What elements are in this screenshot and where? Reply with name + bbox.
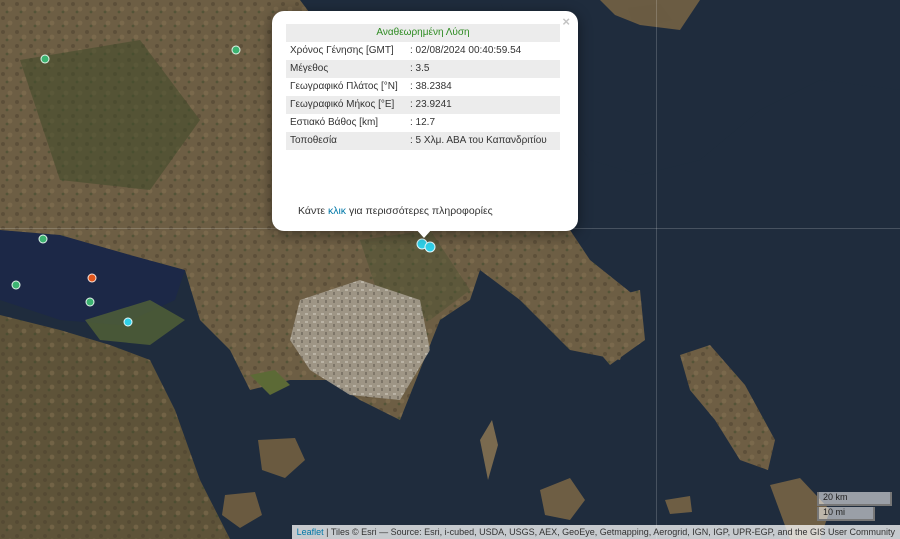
label-magnitude: Μέγεθος xyxy=(286,60,406,78)
label-longitude: Γεωγραφικό Μήκος [°E] xyxy=(286,96,406,114)
earthquake-marker[interactable] xyxy=(231,45,241,55)
more-info-suffix: για περισσότερες πληροφορίες xyxy=(346,205,493,217)
earthquake-marker[interactable] xyxy=(38,234,48,244)
popup-title: Αναθεωρημένη Λύση xyxy=(286,24,560,42)
earthquake-marker-selected[interactable] xyxy=(424,241,436,253)
earthquake-marker[interactable] xyxy=(40,54,50,64)
scale-bar-km: 20 km xyxy=(817,492,892,506)
value-origin-time: : 02/08/2024 00:40:59.54 xyxy=(410,45,522,56)
attribution-text: | Tiles © Esri — Source: Esri, i-cubed, … xyxy=(323,527,895,537)
value-location: : 5 Χλμ. ΑΒΑ του Καπανδριτίου xyxy=(406,132,560,150)
earthquake-details-table: Αναθεωρημένη Λύση Χρόνος Γένησης [GMT] :… xyxy=(286,24,560,150)
value-longitude: : 23.9241 xyxy=(406,96,560,114)
label-origin-time: Χρόνος Γένησης [GMT] xyxy=(290,45,394,56)
close-icon[interactable]: × xyxy=(562,14,570,29)
graticule-line xyxy=(656,0,657,539)
scale-bar-mi: 10 mi xyxy=(817,507,875,521)
earthquake-marker[interactable] xyxy=(123,317,133,327)
value-latitude: : 38.2384 xyxy=(410,81,452,92)
value-magnitude: : 3.5 xyxy=(406,60,560,78)
more-info-link[interactable]: κλικ xyxy=(328,205,346,217)
label-location: Τοποθεσία xyxy=(286,132,406,150)
earthquake-marker[interactable] xyxy=(85,297,95,307)
value-depth: : 12.7 xyxy=(410,117,436,128)
label-depth: Εστιακό Βάθος [km] xyxy=(290,117,379,128)
more-info-text: Κάντε κλικ για περισσότερες πληροφορίες xyxy=(298,205,493,217)
earthquake-marker[interactable] xyxy=(11,280,21,290)
popup-tip xyxy=(415,228,433,238)
map-attribution: Leaflet | Tiles © Esri — Source: Esri, i… xyxy=(291,525,900,539)
satellite-map[interactable]: × Αναθεωρημένη Λύση Χρόνος Γένησης [GMT]… xyxy=(0,0,900,539)
earthquake-marker[interactable] xyxy=(87,273,97,283)
more-info-prefix: Κάντε xyxy=(298,205,328,217)
leaflet-link[interactable]: Leaflet xyxy=(297,527,324,537)
label-latitude: Γεωγραφικό Πλάτος [°N] xyxy=(290,81,398,92)
earthquake-info-popup: × Αναθεωρημένη Λύση Χρόνος Γένησης [GMT]… xyxy=(272,11,578,231)
